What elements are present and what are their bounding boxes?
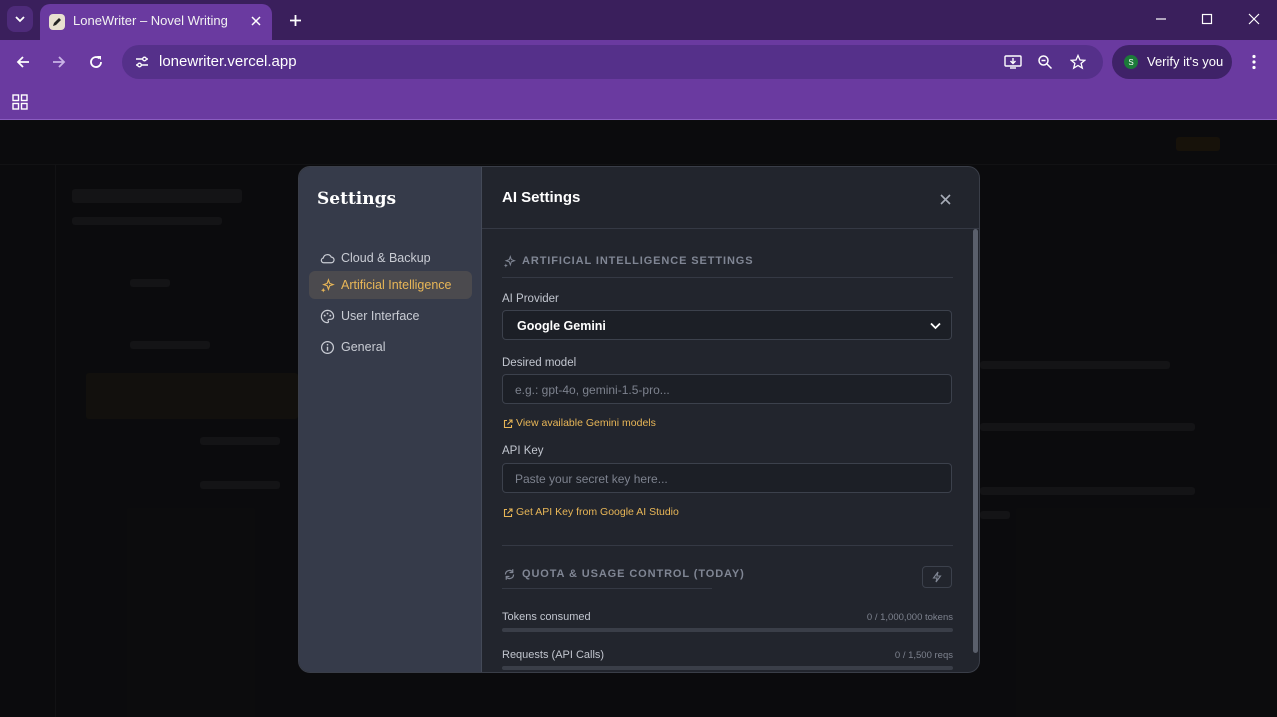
site-info-icon[interactable]: [130, 50, 154, 74]
close-icon: [1248, 13, 1260, 25]
plus-icon: [289, 14, 301, 26]
arrow-right-icon: [53, 56, 66, 68]
apps-grid-icon: [12, 94, 28, 110]
tokens-count: 0 / 1,000,000 tokens: [866, 612, 953, 623]
provider-value: Google Gemini: [517, 319, 606, 333]
nav-item-label: Cloud & Backup: [341, 251, 431, 265]
reset-quota-button[interactable]: [922, 566, 952, 588]
nav-item-general[interactable]: General: [309, 333, 472, 361]
link-text: View available Gemini models: [516, 417, 656, 429]
maximize-icon: [1201, 13, 1213, 25]
link-text: Get API Key from Google AI Studio: [516, 506, 679, 518]
section-divider: [502, 545, 953, 546]
model-input[interactable]: e.g.: gpt-4o, gemini-1.5-pro...: [502, 374, 952, 404]
apps-grid-button[interactable]: [8, 90, 32, 114]
api-key-placeholder: Paste your secret key here...: [515, 472, 668, 486]
sparkles-icon: [502, 254, 516, 268]
reload-icon: [90, 56, 102, 68]
section-title: ARTIFICIAL INTELLIGENCE SETTINGS: [522, 255, 754, 267]
tab-close-button[interactable]: [247, 12, 265, 30]
cloud-icon: [319, 250, 335, 266]
install-app-icon[interactable]: [1001, 50, 1025, 74]
tokens-progress-bar: [502, 628, 953, 632]
verify-identity-button[interactable]: S Verify it's you: [1112, 45, 1232, 79]
address-bar[interactable]: lonewriter.vercel.app: [122, 45, 1103, 79]
avatar: S: [1124, 55, 1138, 69]
bookmark-star-icon[interactable]: [1066, 50, 1090, 74]
forward-button[interactable]: [46, 49, 72, 75]
tab-title: LoneWriter – Novel Writing: [73, 13, 228, 28]
window-close-button[interactable]: [1239, 6, 1269, 32]
verify-label: Verify it's you: [1147, 54, 1224, 69]
settings-title: Settings: [317, 189, 397, 209]
nav-item-label: Artificial Intelligence: [341, 278, 452, 292]
close-icon: [939, 193, 951, 205]
browser-toolbar: lonewriter.vercel.app S Verify it's you: [0, 40, 1277, 84]
minimize-icon: [1156, 18, 1166, 20]
pen-icon: [49, 14, 65, 30]
scrollbar[interactable]: [973, 229, 978, 653]
page-title: AI Settings: [502, 189, 581, 206]
nav-item-user-interface[interactable]: User Interface: [309, 302, 472, 330]
external-link-icon: [502, 418, 513, 429]
api-key-input[interactable]: Paste your secret key here...: [502, 463, 952, 493]
provider-label: AI Provider: [502, 293, 559, 305]
section-divider: [502, 277, 953, 278]
settings-modal: Settings Cloud & Backup Artificial Intel…: [298, 166, 980, 673]
url-text: lonewriter.vercel.app: [159, 53, 297, 70]
external-link-icon: [502, 507, 513, 518]
lightning-icon: [932, 571, 942, 583]
nav-item-label: User Interface: [341, 309, 420, 323]
chevron-down-icon: [15, 16, 25, 23]
maximize-button[interactable]: [1192, 6, 1222, 32]
tab-search-button[interactable]: [7, 6, 33, 32]
quota-section-header: QUOTA & USAGE CONTROL (TODAY): [502, 565, 953, 585]
sparkles-icon: [319, 277, 335, 293]
requests-usage: Requests (API Calls) 0 / 1,500 reqs: [502, 649, 953, 671]
requests-count: 0 / 1,500 reqs: [894, 650, 953, 661]
model-label: Desired model: [502, 357, 577, 369]
bookmarks-bar: [0, 84, 1277, 120]
palette-icon: [319, 308, 335, 324]
nav-item-cloud-backup[interactable]: Cloud & Backup: [309, 244, 472, 272]
info-icon: [319, 339, 335, 355]
reload-button[interactable]: [83, 49, 109, 75]
content-header: AI Settings: [482, 167, 979, 229]
model-placeholder: e.g.: gpt-4o, gemini-1.5-pro...: [515, 383, 670, 397]
close-modal-button[interactable]: [934, 188, 956, 210]
tokens-usage: Tokens consumed 0 / 1,000,000 tokens: [502, 611, 953, 633]
tokens-label: Tokens consumed: [502, 611, 591, 623]
settings-sidebar: Settings Cloud & Backup Artificial Intel…: [299, 167, 482, 672]
refresh-icon: [502, 567, 516, 581]
back-button[interactable]: [10, 49, 36, 75]
browser-menu-button[interactable]: [1243, 49, 1265, 75]
minimize-button[interactable]: [1146, 6, 1176, 32]
settings-content: ARTIFICIAL INTELLIGENCE SETTINGS AI Prov…: [482, 229, 979, 672]
nav-item-label: General: [341, 340, 386, 354]
requests-label: Requests (API Calls): [502, 649, 605, 661]
tab-strip: LoneWriter – Novel Writing: [0, 0, 1277, 40]
requests-progress-bar: [502, 666, 953, 670]
chevron-down-icon: [929, 320, 941, 332]
new-tab-button[interactable]: [283, 8, 307, 32]
section-divider: [502, 588, 712, 589]
ai-provider-select[interactable]: Google Gemini: [502, 310, 952, 340]
browser-tab[interactable]: LoneWriter – Novel Writing: [40, 4, 272, 40]
api-key-label: API Key: [502, 445, 544, 457]
zoom-icon[interactable]: [1033, 50, 1057, 74]
ai-section-header: ARTIFICIAL INTELLIGENCE SETTINGS: [502, 252, 953, 272]
more-vertical-icon: [1252, 54, 1256, 70]
section-title: QUOTA & USAGE CONTROL (TODAY): [522, 568, 745, 580]
arrow-left-icon: [16, 56, 29, 68]
close-icon: [251, 16, 261, 26]
nav-item-artificial-intelligence[interactable]: Artificial Intelligence: [309, 271, 472, 299]
